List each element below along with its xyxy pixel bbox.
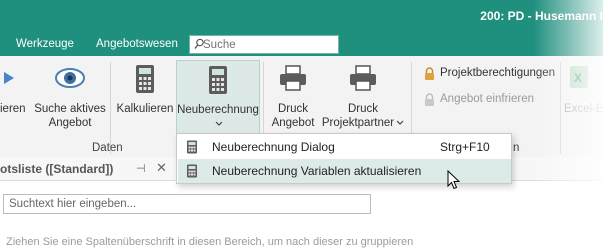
group-by-hint: Ziehen Sie eine Spaltenüberschrift in di… [6, 236, 414, 248]
kalkulieren-label: Kalkulieren [116, 103, 174, 115]
grid-search-field[interactable] [3, 194, 371, 214]
projektberechtigungen-button[interactable]: Projektberechtigungen [424, 67, 564, 81]
druck-projektpartner-button[interactable]: Druck Projektpartner [320, 56, 406, 136]
neuberechnung-dropdown: Neuberechnung Dialog Strg+F10 Neuberechn… [176, 133, 512, 184]
druck-angebot-label-2: Angebot [271, 117, 315, 129]
kalkulieren-button[interactable]: Kalkulieren [116, 56, 174, 136]
projektberechtigungen-label: Projektberechtigungen [440, 67, 556, 79]
chevron-down-icon [396, 120, 404, 125]
suche-aktives-angebot-button[interactable]: Suche aktives Angebot [34, 56, 106, 136]
suche-aktives-angebot-label-1: Suche aktives [34, 103, 106, 115]
title-bar: 200: PD - Husemann I [0, 0, 603, 33]
calculator-icon [209, 66, 227, 94]
menu-item-label: Neuberechnung Variablen aktualisieren [212, 164, 422, 178]
chevron-down-icon [215, 121, 223, 126]
eye-icon [55, 68, 85, 88]
partial-button-label: ieren [0, 103, 26, 115]
partial-ribbon-button[interactable]: ieren [0, 56, 34, 136]
druck-projektpartner-label-2: Projektpartner [321, 117, 395, 129]
document-tab-title[interactable]: otsliste ([Standard]) [0, 162, 113, 176]
excel-icon: X [570, 66, 588, 88]
lock-icon [425, 93, 434, 106]
cursor-icon [447, 170, 461, 190]
menu-item-neuberechnung-variablen[interactable]: Neuberechnung Variablen aktualisieren [178, 159, 511, 183]
close-icon[interactable]: ✕ [156, 160, 167, 176]
search-box[interactable] [189, 35, 339, 54]
ribbon-separator [560, 62, 561, 154]
search-input[interactable] [203, 37, 333, 52]
menu-bar: Werkzeuge Angebotswesen [0, 33, 603, 56]
excel-export-button[interactable]: X Excel-E [564, 56, 603, 136]
calculator-icon [187, 164, 197, 178]
lock-icon [425, 67, 434, 80]
pin-icon[interactable]: ⊣ [136, 162, 146, 175]
svg-text:X: X [574, 71, 582, 85]
calculator-icon [187, 140, 197, 154]
menu-item-neuberechnung-dialog[interactable]: Neuberechnung Dialog Strg+F10 [178, 135, 511, 159]
angebot-einfrieren-label: Angebot einfrieren [440, 93, 534, 105]
ribbon-separator [110, 62, 111, 154]
printer-icon [280, 65, 306, 91]
menu-werkzeuge[interactable]: Werkzeuge [16, 38, 74, 50]
printer-icon [350, 65, 376, 91]
druck-angebot-button[interactable]: Druck Angebot [268, 56, 318, 136]
neuberechnung-label: Neuberechnung [177, 104, 259, 116]
menu-item-shortcut: Strg+F10 [440, 140, 490, 154]
menu-angebotswesen[interactable]: Angebotswesen [96, 38, 178, 50]
druck-angebot-label-1: Druck [277, 103, 309, 115]
neuberechnung-button[interactable]: Neuberechnung [176, 60, 260, 136]
excel-label: Excel-E [564, 103, 603, 115]
arrow-icon [4, 72, 14, 84]
druck-projektpartner-label-1: Druck [347, 103, 379, 115]
calculator-icon [136, 65, 154, 93]
window-title: 200: PD - Husemann I [480, 9, 603, 23]
group-label-partial: n [513, 142, 520, 154]
menu-item-label: Neuberechnung Dialog [212, 140, 335, 154]
suche-aktives-angebot-label-2: Angebot [48, 117, 92, 129]
angebot-einfrieren-button[interactable]: Angebot einfrieren [424, 93, 564, 107]
grid-search-input[interactable] [4, 195, 370, 213]
group-label-daten: Daten [92, 142, 123, 154]
